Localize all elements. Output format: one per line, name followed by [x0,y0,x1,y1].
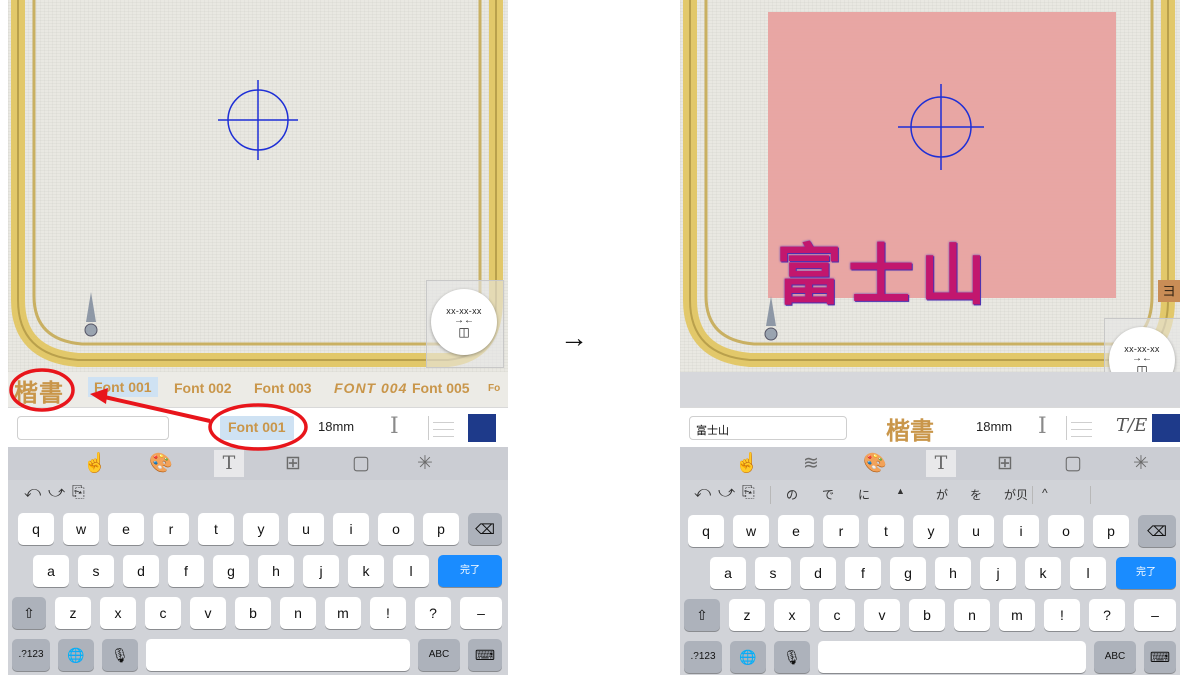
backspace-key[interactable]: ⌫ [1138,515,1176,547]
embroidery-canvas-right[interactable]: 富士山 ヨ xx-xx-xx →← ◫ [680,0,1180,372]
size-indicator[interactable]: xx-xx-xx →← ◫ [1104,318,1180,372]
key-v[interactable]: v [864,599,900,631]
key-a[interactable]: a [710,557,746,589]
text-input[interactable]: 富士山 [689,416,847,440]
embroidery-text[interactable]: 富士山 [776,222,992,318]
key-g[interactable]: g [890,557,926,589]
numbers-key[interactable]: .?123 [684,641,722,673]
keyboard-candidate-bar: ⤺ ⤻ ⎘ の で に ▲ が を が贝 ^ [680,480,1180,508]
key-dash[interactable]: – [1134,599,1176,631]
key-question[interactable]: ? [1089,599,1125,631]
key-d[interactable]: d [800,557,836,589]
key-y[interactable]: y [913,515,949,547]
crosshair-icon [898,84,984,170]
key-x[interactable]: x [774,599,810,631]
key-p[interactable]: p [1093,515,1129,547]
instruction-figure: xx-xx-xx →← ◫ 楷書 Font 001 Font 002 Font … [0,0,1180,675]
candidate-separator [1090,486,1091,504]
key-f[interactable]: f [845,557,881,589]
done-key[interactable]: 完了 [1116,557,1176,589]
candidate-item[interactable]: ▲ [896,486,905,496]
candidate-item[interactable]: が [936,486,948,503]
candidate-separator [770,486,771,504]
key-o[interactable]: o [1048,515,1084,547]
text-input-row-right: 富士山 楷書 18mm I T/E [680,407,1180,447]
shrink-arrows-icon: →← [1132,352,1152,364]
undo-icon[interactable]: ⤺ [694,484,711,502]
abc-key[interactable]: ABC [1094,641,1136,673]
hoop-size-icon: ◫ [1136,362,1148,372]
palette-icon[interactable]: 🎨 [860,450,890,477]
key-h[interactable]: h [935,557,971,589]
key-i[interactable]: i [1003,515,1039,547]
key-e[interactable]: e [778,515,814,547]
globe-icon[interactable]: 🌐 [730,641,766,673]
thread-color-swatch[interactable] [1152,414,1180,442]
key-l[interactable]: l [1070,557,1106,589]
text-cursor-icon[interactable]: I [1038,414,1047,439]
expand-candidates-icon[interactable]: ^ [1042,486,1048,500]
key-n[interactable]: n [954,599,990,631]
key-s[interactable]: s [755,557,791,589]
microphone-icon[interactable]: 🎙 [774,641,810,673]
candidate-item[interactable]: を [970,486,982,503]
touch-hand-icon[interactable]: ☝ [732,450,762,477]
key-m[interactable]: m [999,599,1035,631]
key-w[interactable]: w [733,515,769,547]
candidate-item[interactable]: に [858,486,870,503]
candidate-item[interactable]: の [786,486,798,503]
font-kaisho[interactable]: 楷書 [886,411,934,446]
size-dims: xx-xx-xx [1124,343,1160,354]
key-u[interactable]: u [958,515,994,547]
text-icon[interactable]: T [926,450,956,477]
stitch-icon[interactable]: ≋ [796,450,826,477]
size-indicator-circle[interactable]: xx-xx-xx →← ◫ [1109,327,1175,372]
candidate-item[interactable]: で [822,486,834,503]
left-screen: xx-xx-xx →← ◫ 楷書 Font 001 Font 002 Font … [8,0,508,675]
needle-icon[interactable] [764,296,778,342]
key-t[interactable]: t [868,515,904,547]
tool-bar-right: ☝ ≋ 🎨 T ⊞ ▢ ✳ [680,447,1180,480]
key-k[interactable]: k [1025,557,1061,589]
alignment-lines-icon[interactable] [1066,416,1096,440]
key-r[interactable]: r [823,515,859,547]
side-handle-icon[interactable]: ヨ [1158,280,1180,302]
space-key[interactable] [818,641,1086,673]
keyboard-right: ⤺ ⤻ ⎘ の で に ▲ が を が贝 ^ q w e r t y u i o… [680,480,1180,675]
candidate-separator [1032,486,1033,504]
candidate-item[interactable]: が贝 [1004,486,1028,503]
transition-arrow: → [560,322,588,353]
annotation-overlay [9,368,308,451]
key-b[interactable]: b [909,599,945,631]
size-label[interactable]: 18mm [976,419,1012,434]
right-screen: 富士山 ヨ xx-xx-xx →← ◫ 富士山 楷書 18mm I T/E ☝ … [680,0,1180,675]
key-q[interactable]: q [688,515,724,547]
shift-key[interactable]: ⇧ [684,599,720,631]
redo-icon[interactable]: ⤻ [718,484,735,502]
key-z[interactable]: z [729,599,765,631]
magic-select-icon[interactable]: ✳ [1126,450,1156,477]
hide-keyboard-icon[interactable]: ⌨ [1144,641,1176,673]
frame-icon[interactable]: ▢ [1058,450,1088,477]
clipboard-icon[interactable]: ⎘ [742,484,755,502]
arrange-icon[interactable]: ⊞ [990,450,1020,477]
text-effect-icon[interactable]: T/E [1116,415,1147,436]
key-j[interactable]: j [980,557,1016,589]
key-exclaim[interactable]: ! [1044,599,1080,631]
key-c[interactable]: c [819,599,855,631]
